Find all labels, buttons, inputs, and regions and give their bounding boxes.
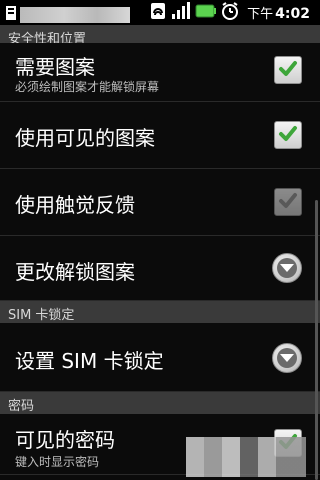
- row-title: 使用可见的图案: [15, 126, 155, 150]
- chevron-down-icon: [272, 253, 302, 283]
- tactile-feedback-checkbox[interactable]: [274, 188, 302, 216]
- battery-icon: [195, 3, 217, 22]
- status-bar: 下午 4:02: [0, 0, 320, 25]
- row-tactile-feedback[interactable]: 使用触觉反馈: [0, 169, 320, 236]
- checkmark-icon: [279, 193, 297, 208]
- section-header-password: 密码: [0, 392, 320, 414]
- row-title: 需要图案: [15, 55, 95, 79]
- chevron-down-icon: [272, 343, 302, 373]
- row-set-sim-lock[interactable]: 设置 SIM 卡锁定: [0, 323, 320, 392]
- checkmark-icon: [279, 126, 297, 141]
- row-subtitle: 键入时显示密码: [15, 455, 100, 469]
- row-title: 更改解锁图案: [15, 260, 135, 284]
- checkmark-icon: [279, 61, 297, 76]
- alarm-icon: [221, 1, 239, 24]
- scrollbar[interactable]: [315, 200, 318, 480]
- notification-icon: [6, 5, 16, 20]
- signal-icon: [171, 1, 191, 24]
- section-header-sim: SIM 卡锁定: [0, 301, 320, 323]
- row-visible-pattern[interactable]: 使用可见的图案: [0, 102, 320, 169]
- require-pattern-checkbox[interactable]: [274, 56, 302, 84]
- row-title: 设置 SIM 卡锁定: [15, 349, 164, 373]
- settings-screen: 下午4:02 安全性和位置 需要图案 必须绘制图案才能解锁屏幕 使用可见的图案: [0, 0, 320, 480]
- status-time: 下午 4:02: [247, 6, 310, 22]
- redacted-area: [186, 437, 306, 477]
- row-change-unlock-pattern[interactable]: 更改解锁图案: [0, 236, 320, 301]
- redacted-area: [20, 7, 130, 23]
- sync-icon: [149, 2, 167, 24]
- row-subtitle: 必须绘制图案才能解锁屏幕: [15, 80, 160, 94]
- settings-list: 需要图案 必须绘制图案才能解锁屏幕 使用可见的图案 使用触觉反馈 更改解锁图案 …: [0, 43, 320, 475]
- visible-pattern-checkbox[interactable]: [274, 121, 302, 149]
- row-title: 使用触觉反馈: [15, 193, 135, 217]
- row-require-pattern[interactable]: 需要图案 必须绘制图案才能解锁屏幕: [0, 43, 320, 102]
- row-title: 可见的密码: [15, 428, 115, 452]
- status-icons: 下午 4:02: [149, 1, 314, 24]
